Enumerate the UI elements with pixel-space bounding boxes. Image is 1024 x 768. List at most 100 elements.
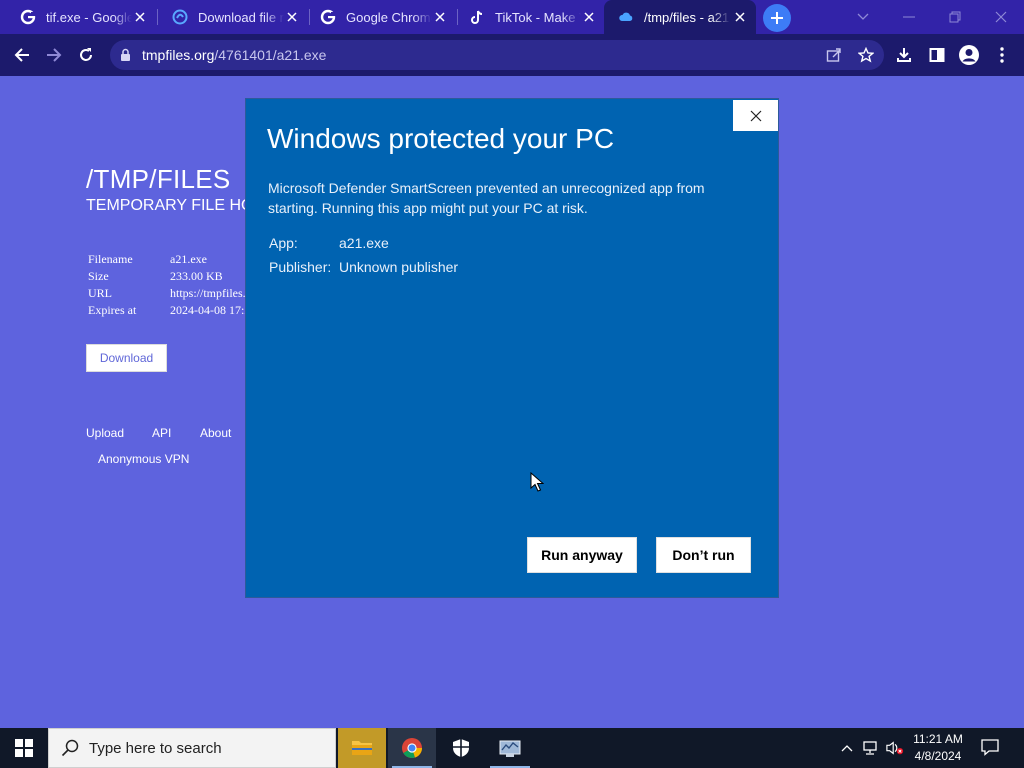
app-label: App: — [269, 235, 298, 251]
dialog-close-button[interactable] — [733, 100, 778, 131]
tab-title: TikTok - Make Your Day — [495, 9, 581, 25]
dialog-title: Windows protected your PC — [267, 123, 615, 154]
meta-key: URL — [88, 286, 112, 300]
page-title: /TMP/FILES — [86, 164, 231, 194]
menu-button[interactable] — [986, 39, 1018, 71]
minimize-icon — [903, 16, 915, 18]
upload-link[interactable]: Upload — [86, 426, 124, 440]
meta-value: a21.exe — [170, 252, 207, 266]
clock-time: 11:21 AM — [913, 732, 963, 746]
taskbar-clock[interactable]: 11:21 AM 4/8/2024 — [906, 731, 970, 765]
tab-title: tif.exe - Google Search — [46, 9, 132, 25]
start-button[interactable] — [0, 728, 48, 768]
tiktok-icon — [469, 9, 485, 25]
lock-icon — [120, 48, 131, 67]
edge-download-icon — [172, 9, 188, 25]
download-button[interactable]: Download — [86, 344, 167, 372]
tab-google-search[interactable]: tif.exe - Google Search — [6, 0, 156, 34]
chrome-app[interactable] — [388, 728, 436, 768]
taskbar-search-box[interactable]: Type here to search — [48, 728, 336, 768]
cloud-icon — [618, 9, 634, 25]
meta-key: Size — [88, 269, 109, 283]
close-icon[interactable] — [284, 9, 300, 25]
clock-date: 4/8/2024 — [914, 749, 962, 763]
more-vert-icon — [1000, 47, 1004, 63]
app-row: App: a21.exe — [269, 231, 458, 255]
star-icon[interactable] — [857, 46, 875, 68]
close-icon[interactable] — [132, 9, 148, 25]
notification-icon — [981, 739, 999, 756]
performance-monitor-icon — [499, 740, 521, 757]
close-window-button[interactable] — [978, 0, 1024, 34]
minimize-button[interactable] — [886, 0, 932, 34]
tab-title: Google Chrome — [346, 9, 432, 25]
meta-key: Expires at — [88, 303, 137, 317]
notification-center-button[interactable] — [980, 738, 1002, 758]
mouse-cursor-icon — [530, 471, 545, 492]
tab-tmpfiles[interactable]: /tmp/files - a21.exe — [604, 0, 756, 34]
search-placeholder: Type here to search — [89, 739, 222, 757]
security-app[interactable] — [437, 728, 485, 768]
file-explorer-app[interactable] — [338, 728, 386, 768]
publisher-row: Publisher: Unknown publisher — [269, 255, 458, 279]
tab-tiktok[interactable]: TikTok - Make Your Day — [455, 0, 605, 34]
close-icon[interactable] — [581, 9, 597, 25]
tab-strip: tif.exe - Google Search Download file re… — [0, 0, 1024, 34]
api-link[interactable]: API — [152, 426, 171, 440]
dialog-app-info: App: a21.exe Publisher: Unknown publisher — [269, 231, 458, 279]
vpn-link[interactable]: Anonymous VPN — [98, 452, 189, 466]
reload-button[interactable] — [70, 39, 102, 71]
publisher-value: Unknown publisher — [339, 259, 459, 275]
smartscreen-dialog: Windows protected your PC Microsoft Defe… — [245, 98, 779, 598]
forward-button[interactable] — [38, 39, 70, 71]
google-icon — [20, 9, 36, 25]
plus-icon — [771, 12, 783, 24]
back-button[interactable] — [6, 39, 38, 71]
volume-muted-icon[interactable] — [886, 740, 904, 756]
folder-icon — [352, 741, 372, 755]
tab-google-chrome[interactable]: Google Chrome — [306, 0, 456, 34]
meta-value: 233.00 KB — [170, 269, 223, 283]
dont-run-button[interactable]: Don’t run — [656, 537, 751, 573]
tab-title: /tmp/files - a21.exe — [644, 9, 730, 25]
app-value: a21.exe — [339, 235, 389, 251]
tab-search-button[interactable] — [840, 0, 886, 34]
new-tab-button[interactable] — [763, 4, 791, 32]
dialog-message: Microsoft Defender SmartScreen prevented… — [268, 180, 705, 216]
search-icon — [61, 739, 79, 757]
windows-logo-icon — [15, 739, 33, 757]
monitor-app[interactable] — [486, 728, 534, 768]
restore-button[interactable] — [932, 0, 978, 34]
restore-icon — [949, 11, 961, 23]
tab-title: Download file results — [198, 9, 284, 25]
arrow-right-icon — [47, 48, 62, 62]
network-icon[interactable] — [862, 740, 880, 756]
shield-icon — [453, 739, 469, 757]
google-icon — [320, 9, 336, 25]
publisher-label: Publisher: — [269, 259, 332, 275]
windows-taskbar: Type here to search 11:21 AM 4/8/2024 — [0, 728, 1024, 768]
avatar-icon — [959, 45, 979, 65]
about-link[interactable]: About — [200, 426, 231, 440]
download-icon — [897, 48, 911, 62]
download-toolbar-button[interactable] — [888, 39, 920, 71]
arrow-left-icon — [14, 48, 29, 62]
url-host: tmpfiles.org — [142, 47, 215, 63]
close-icon — [995, 11, 1007, 23]
side-panel-icon — [929, 48, 945, 62]
run-anyway-button[interactable]: Run anyway — [527, 537, 637, 573]
close-icon — [750, 110, 761, 121]
url-text: tmpfiles.org/4761401/a21.exe — [142, 47, 326, 63]
side-panel-button[interactable] — [921, 39, 953, 71]
url-path: /4761401/a21.exe — [214, 47, 327, 63]
profile-button[interactable] — [953, 39, 985, 71]
meta-key: Filename — [88, 252, 133, 266]
share-icon[interactable] — [826, 47, 842, 68]
close-icon[interactable] — [432, 9, 448, 25]
close-icon[interactable] — [732, 9, 748, 25]
show-hidden-icons-button[interactable] — [838, 740, 856, 756]
reload-icon — [80, 48, 92, 61]
chrome-icon — [402, 738, 422, 758]
tab-download-file[interactable]: Download file results — [158, 0, 308, 34]
chevron-up-icon — [841, 745, 853, 752]
